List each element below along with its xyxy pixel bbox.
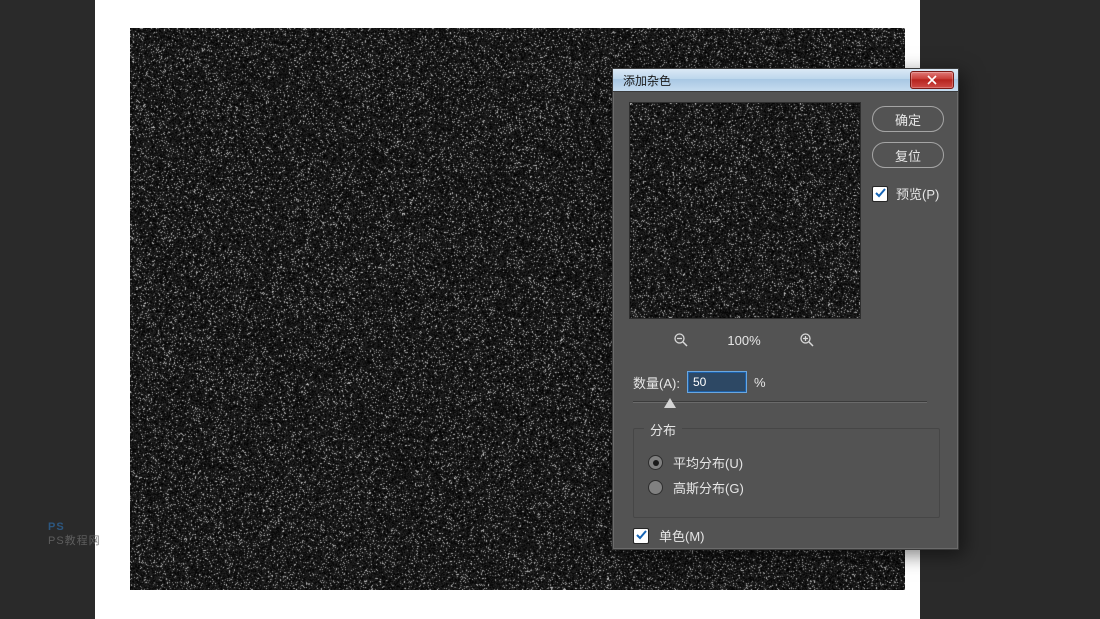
check-icon xyxy=(636,530,647,541)
radio-gaussian-button[interactable] xyxy=(648,480,663,495)
workspace: PS PS教程网 添加杂色 100% xyxy=(0,0,1100,619)
radio-gaussian[interactable]: 高斯分布(G) xyxy=(648,478,925,497)
amount-slider[interactable] xyxy=(633,398,927,416)
monochrome-row[interactable]: 单色(M) xyxy=(633,526,705,545)
zoom-in-icon[interactable] xyxy=(799,332,815,348)
amount-input[interactable] xyxy=(688,372,746,392)
dialog-side-buttons: 确定 复位 预览(P) xyxy=(872,106,944,203)
amount-row: 数量(A): % xyxy=(633,372,766,392)
noise-preview[interactable] xyxy=(629,102,861,319)
dialog-titlebar[interactable]: 添加杂色 xyxy=(613,69,958,92)
amount-label: 数量(A): xyxy=(633,373,680,392)
zoom-controls: 100% xyxy=(629,328,859,352)
watermark-line1: PS xyxy=(48,520,101,534)
monochrome-label: 单色(M) xyxy=(659,526,705,545)
radio-uniform-button[interactable] xyxy=(648,455,663,470)
watermark: PS PS教程网 xyxy=(48,520,101,548)
add-noise-dialog: 添加杂色 100% xyxy=(612,68,959,550)
radio-gaussian-label: 高斯分布(G) xyxy=(673,478,744,497)
preview-checkbox[interactable] xyxy=(872,186,888,202)
zoom-out-icon[interactable] xyxy=(673,332,689,348)
zoom-level: 100% xyxy=(727,333,760,348)
reset-button[interactable]: 复位 xyxy=(872,142,944,168)
monochrome-checkbox[interactable] xyxy=(633,528,649,544)
distribution-legend: 分布 xyxy=(644,420,682,439)
close-button[interactable] xyxy=(910,71,954,89)
ok-button[interactable]: 确定 xyxy=(872,106,944,132)
amount-unit: % xyxy=(754,375,766,390)
slider-thumb[interactable] xyxy=(664,398,676,408)
radio-uniform[interactable]: 平均分布(U) xyxy=(648,453,925,472)
distribution-group: 分布 平均分布(U) 高斯分布(G) xyxy=(633,428,940,518)
slider-track xyxy=(633,401,927,403)
radio-uniform-label: 平均分布(U) xyxy=(673,453,743,472)
preview-checkbox-label: 预览(P) xyxy=(896,184,939,203)
close-icon xyxy=(927,75,937,85)
check-icon xyxy=(875,188,886,199)
preview-checkbox-row[interactable]: 预览(P) xyxy=(872,184,944,203)
dialog-title: 添加杂色 xyxy=(623,72,910,89)
watermark-line2: PS教程网 xyxy=(48,534,101,548)
